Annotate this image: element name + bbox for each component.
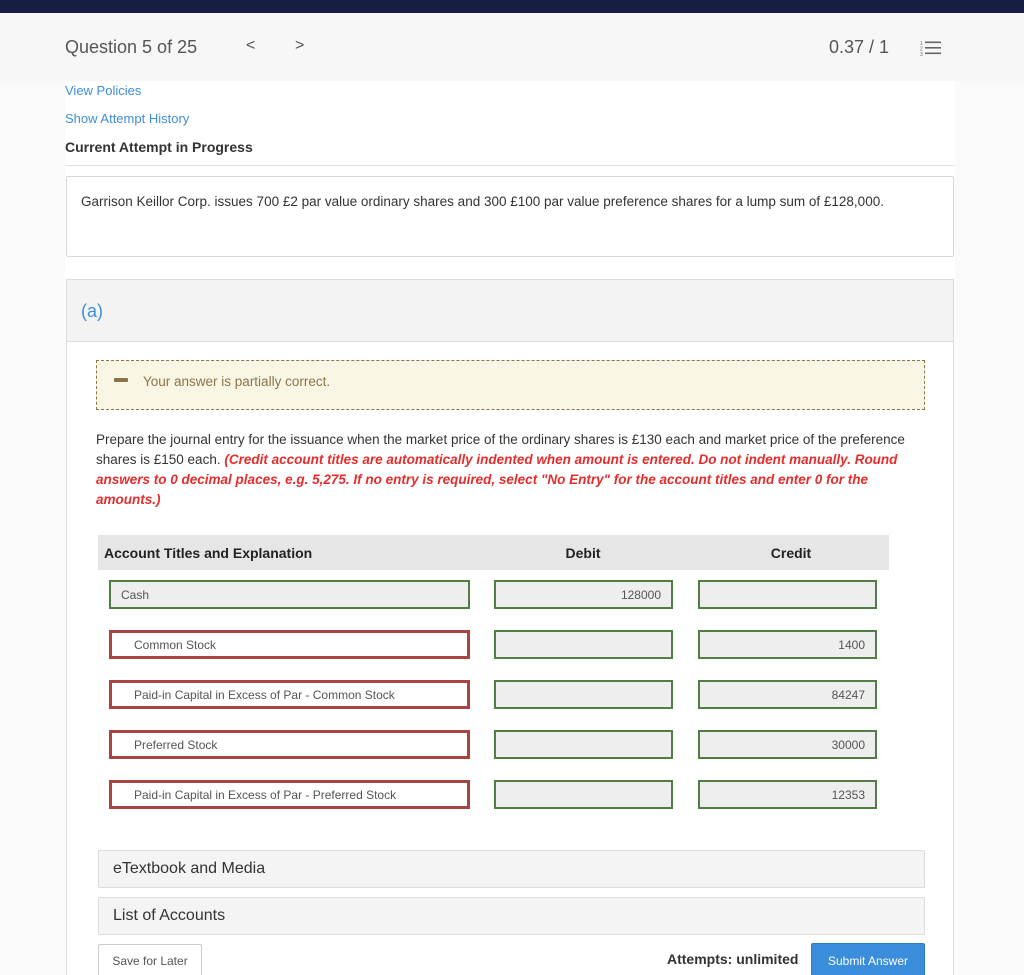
part-a-panel: (a) Your answer is partially correct. Pr…: [66, 279, 954, 975]
debit-field[interactable]: [494, 680, 673, 709]
debit-field[interactable]: [494, 730, 673, 759]
attempts-label: Attempts: unlimited: [667, 951, 799, 967]
credit-field[interactable]: 12353: [698, 780, 877, 809]
account-title-field[interactable]: Cash: [109, 580, 470, 609]
minus-icon: [114, 378, 128, 382]
header-credit: Credit: [770, 544, 812, 561]
question-header: Question 5 of 25 < > 0.37 / 1 1 2 3: [0, 13, 1024, 81]
numbered-list-icon[interactable]: 1 2 3: [920, 40, 942, 56]
account-title-field[interactable]: Paid-in Capital in Excess of Par - Prefe…: [109, 780, 470, 809]
divider: [65, 165, 955, 166]
account-title-field[interactable]: Preferred Stock: [109, 730, 470, 759]
table-row: Common Stock 1400: [98, 620, 889, 670]
show-attempt-history-link[interactable]: Show Attempt History: [65, 111, 189, 126]
credit-field[interactable]: [698, 580, 877, 609]
table-row: Preferred Stock 30000: [98, 720, 889, 770]
current-attempt-heading: Current Attempt in Progress: [65, 139, 253, 155]
view-policies-link[interactable]: View Policies: [65, 83, 141, 98]
journal-entry-table: Account Titles and Explanation Debit Cre…: [98, 535, 889, 820]
account-title-field[interactable]: Common Stock: [109, 630, 470, 659]
previous-question-chevron-left-icon[interactable]: <: [246, 37, 255, 55]
question-content: View Policies Show Attempt History Curre…: [65, 81, 955, 975]
debit-field[interactable]: [494, 780, 673, 809]
etextbook-media-toggle[interactable]: eTextbook and Media: [98, 850, 925, 888]
table-header: Account Titles and Explanation Debit Cre…: [98, 535, 889, 570]
instructions: Prepare the journal entry for the issuan…: [96, 430, 916, 510]
top-navigation-bar: [0, 0, 1024, 13]
table-row: Paid-in Capital in Excess of Par - Commo…: [98, 670, 889, 720]
next-question-chevron-right-icon[interactable]: >: [295, 37, 304, 55]
table-row: Cash 128000: [98, 570, 889, 620]
debit-field[interactable]: [494, 630, 673, 659]
svg-text:3: 3: [920, 52, 923, 56]
credit-field[interactable]: 1400: [698, 630, 877, 659]
part-label: (a): [67, 280, 953, 342]
save-for-later-button[interactable]: Save for Later: [98, 944, 202, 975]
debit-field[interactable]: 128000: [494, 580, 673, 609]
table-row: Paid-in Capital in Excess of Par - Prefe…: [98, 770, 889, 820]
header-account-titles: Account Titles and Explanation: [104, 544, 313, 561]
question-stem: Garrison Keillor Corp. issues 700 £2 par…: [66, 176, 954, 257]
feedback-text: Your answer is partially correct.: [143, 374, 331, 389]
credit-field[interactable]: 30000: [698, 730, 877, 759]
account-title-field[interactable]: Paid-in Capital in Excess of Par - Commo…: [109, 680, 470, 709]
score-display: 0.37 / 1: [829, 37, 890, 57]
list-of-accounts-toggle[interactable]: List of Accounts: [98, 897, 925, 935]
question-counter: Question 5 of 25: [65, 37, 198, 57]
feedback-box: Your answer is partially correct.: [96, 360, 925, 410]
credit-field[interactable]: 84247: [698, 680, 877, 709]
header-debit: Debit: [565, 544, 601, 561]
submit-answer-button[interactable]: Submit Answer: [811, 943, 925, 975]
